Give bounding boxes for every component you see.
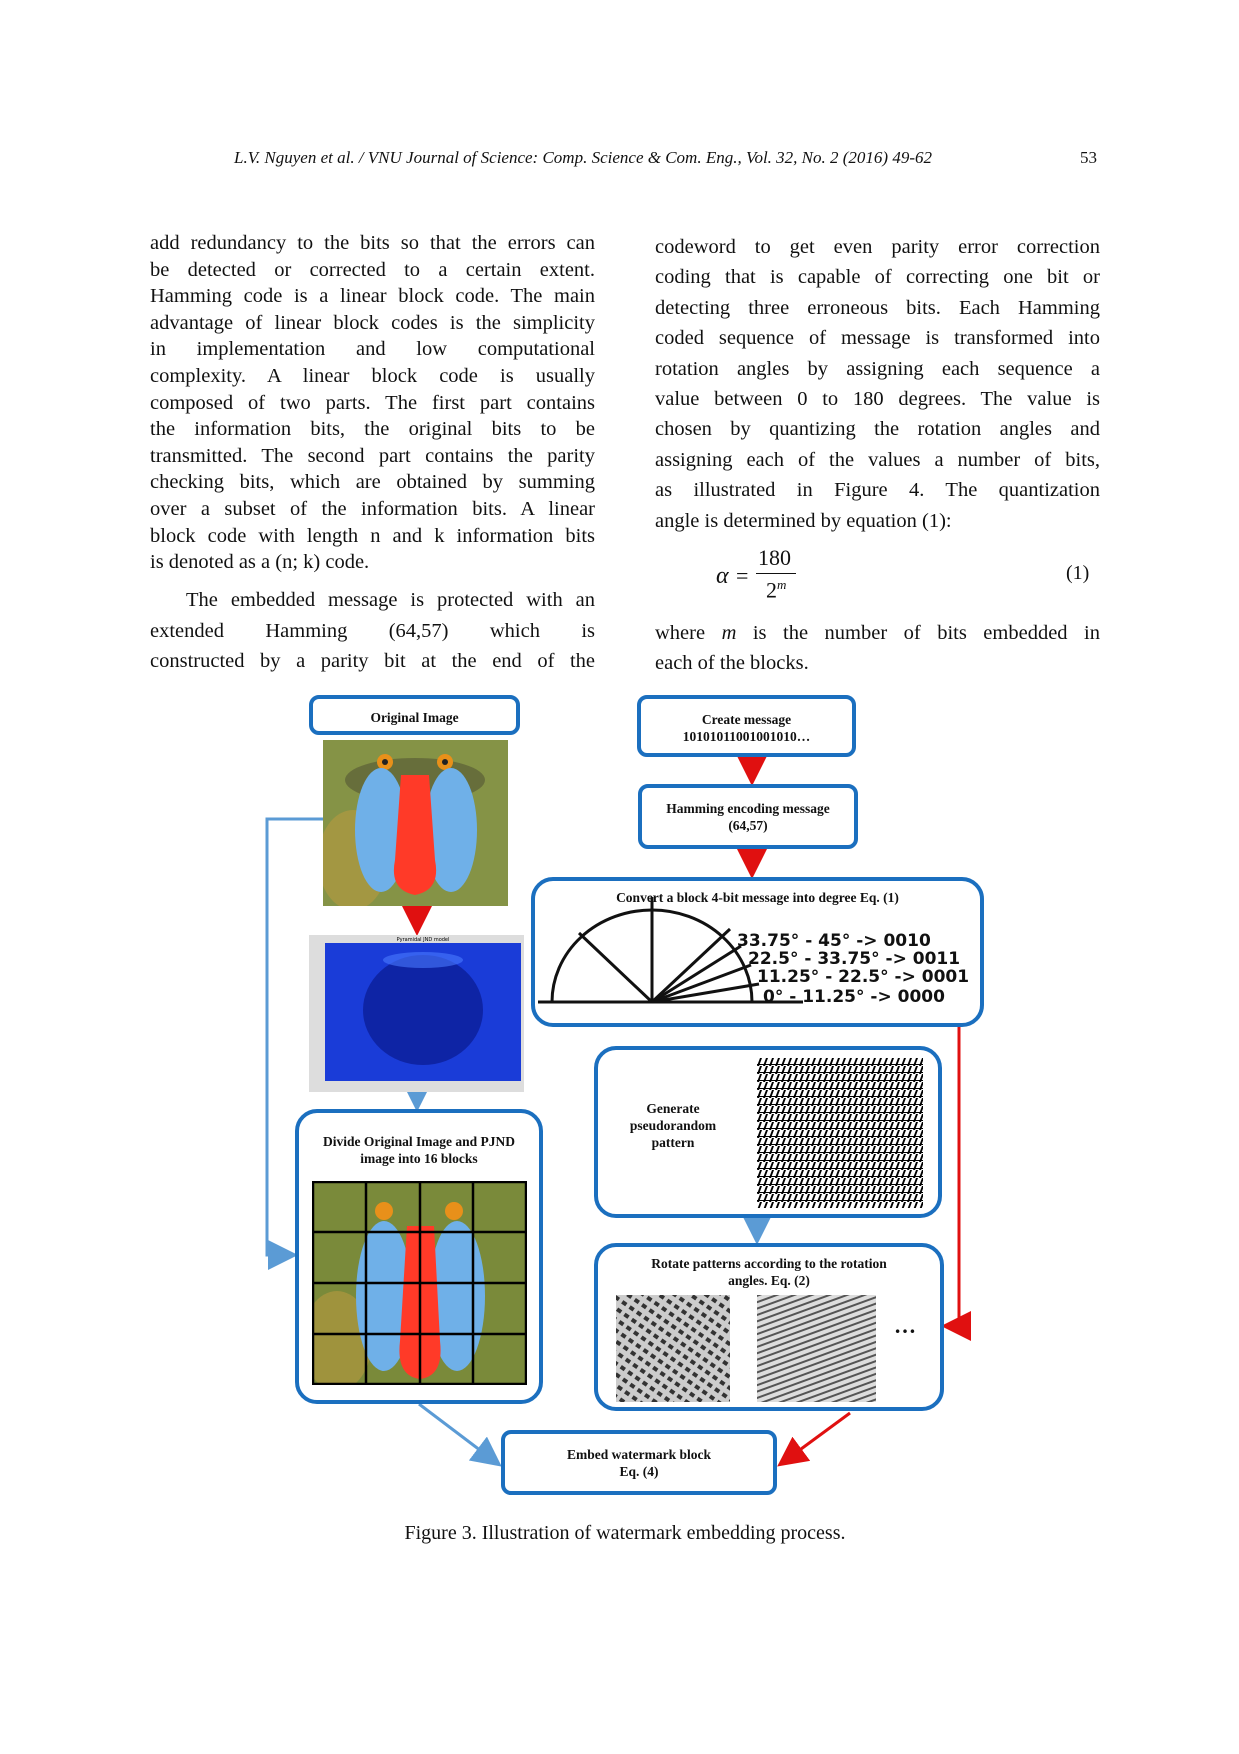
rotated-pattern-1	[616, 1295, 730, 1402]
baboon-image	[323, 740, 508, 906]
angle-quantization-diagram: 33.75° - 45° -> 0010 22.5° - 33.75° -> 0…	[538, 897, 969, 1007]
baboon-grid-image	[312, 1181, 527, 1385]
angle-label: 22.5° - 33.75° -> 0011	[748, 949, 960, 969]
pjnd-image: Pyramidal JND model	[309, 935, 524, 1092]
figure-caption: Figure 3. Illustration of watermark embe…	[404, 1522, 846, 1544]
pseudorandom-pattern-image	[757, 1058, 923, 1208]
rotated-patterns-images	[616, 1295, 876, 1402]
angle-label: 33.75° - 45° -> 0010	[737, 931, 931, 951]
original-image-box: Original Image	[309, 695, 520, 735]
ellipsis: …	[894, 1313, 916, 1338]
angle-label: 11.25° - 22.5° -> 0001	[757, 967, 969, 987]
rotated-pattern-2	[757, 1295, 876, 1402]
arrow-divide-to-embed	[418, 1402, 502, 1467]
embed-watermark-box: Embed watermark block Eq. (4)	[501, 1430, 777, 1495]
hamming-encoding-box: Hamming encoding message (64,57)	[638, 784, 858, 849]
arrow-convert-to-rotate	[941, 1027, 971, 1341]
arrow-rotate-to-embed	[777, 1411, 851, 1467]
create-message-box: Create message 10101011001001010…	[637, 695, 856, 757]
angle-label: 0° - 11.25° -> 0000	[763, 987, 945, 1007]
pjnd-title: Pyramidal JND model	[397, 937, 450, 943]
